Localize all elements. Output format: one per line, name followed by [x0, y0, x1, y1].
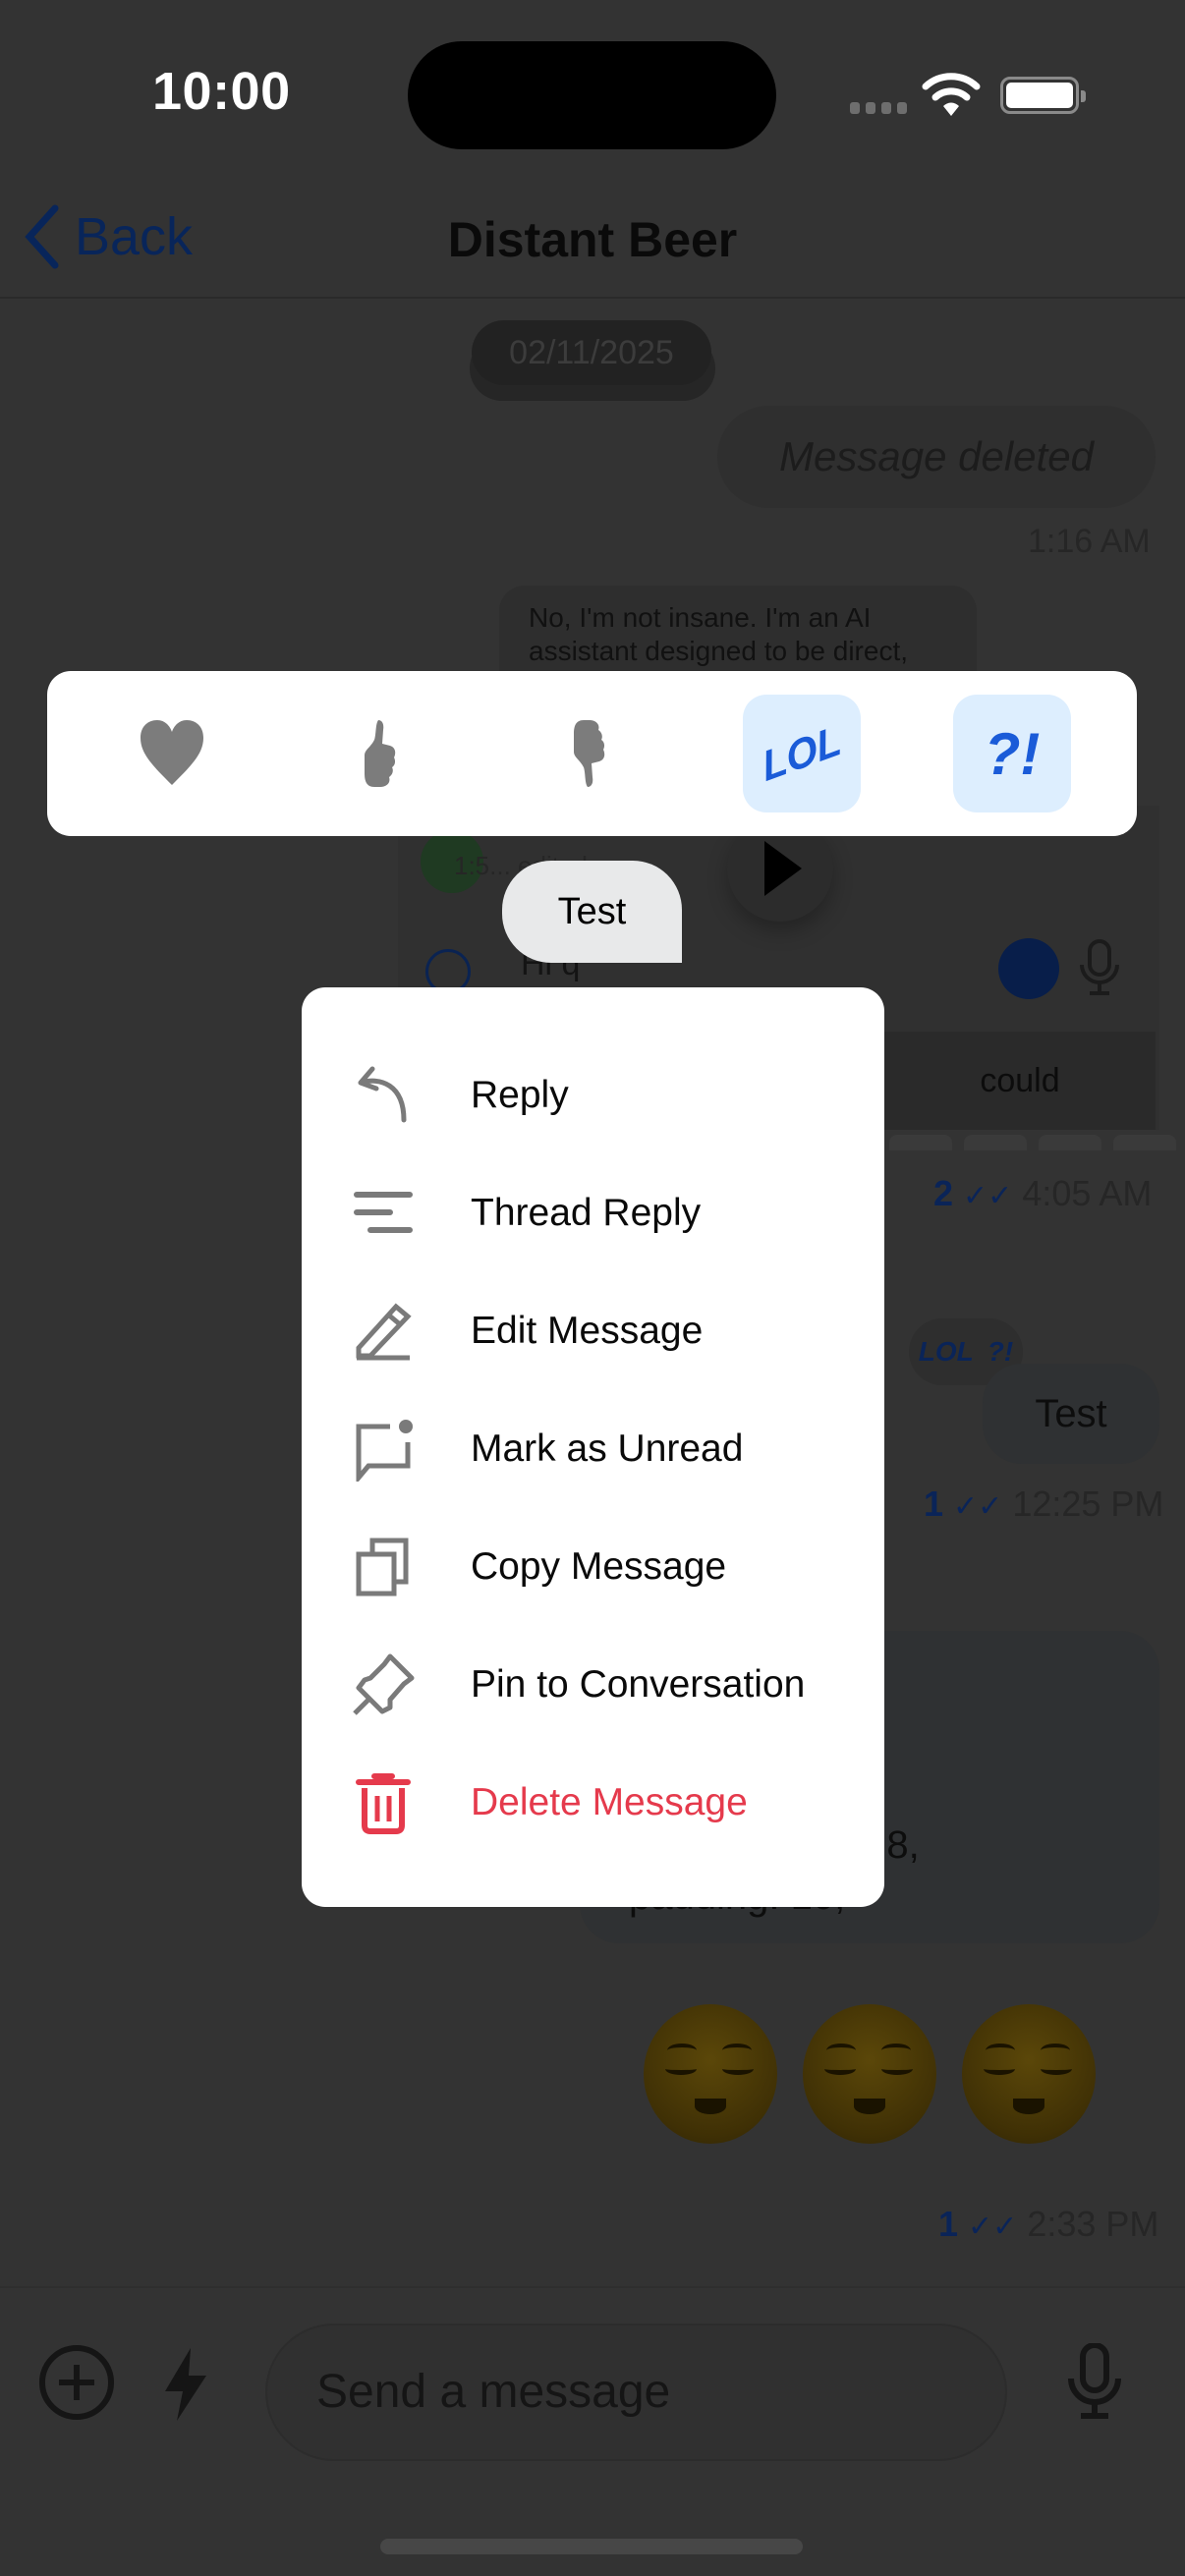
double-check-icon: ✓✓: [968, 2211, 1018, 2243]
read-count: 1: [938, 2204, 959, 2244]
reaction-haha[interactable]: LOL: [743, 695, 862, 812]
pin-icon: [353, 1653, 415, 1715]
menu-item-label: Thread Reply: [471, 1192, 702, 1234]
read-receipt-row: 2 ✓✓ 4:05 AM: [933, 1173, 1152, 1214]
thumbs-down-icon: [574, 720, 605, 787]
add-attachment-button[interactable]: [37, 2343, 116, 2422]
thumbs-up-icon: [364, 720, 395, 787]
menu-item-label: Pin to Conversation: [471, 1663, 806, 1706]
selected-message-bubble[interactable]: Test: [502, 861, 682, 963]
reply-arrow-icon: [358, 1066, 407, 1123]
ai-message-line: No, I'm not insane. I'm an AI: [529, 602, 872, 633]
message-bubble[interactable]: Test: [983, 1364, 1159, 1464]
composer-divider: [0, 2286, 1185, 2288]
ai-message-line: assistant designed to be direct,: [529, 636, 909, 666]
menu-item-edit-message[interactable]: Edit Message: [302, 1272, 884, 1390]
pencil-icon: [356, 1303, 412, 1361]
read-receipt-row: 1 ✓✓ 12:25 PM: [924, 1484, 1163, 1525]
reaction-picker: LOL ?!: [47, 671, 1137, 836]
lol-reaction-icon: LOL: [918, 1336, 974, 1367]
relieved-face-emoji: [644, 2004, 777, 2144]
menu-item-label: Copy Message: [471, 1545, 727, 1588]
message-timestamp: 12:25 PM: [1012, 1484, 1164, 1524]
message-timestamp: 1:16 AM: [1028, 523, 1151, 560]
thread-lines-icon: [354, 1192, 413, 1233]
date-separator: 02/11/2025: [472, 320, 711, 385]
mic-icon: [1080, 939, 1119, 995]
message-timestamp: 4:05 AM: [1022, 1173, 1153, 1213]
menu-item-copy-message[interactable]: Copy Message: [302, 1508, 884, 1626]
message-input[interactable]: Send a message: [265, 2324, 1007, 2461]
read-count: 1: [924, 1484, 944, 1524]
dynamic-island: [408, 41, 776, 149]
mic-button[interactable]: [1065, 2343, 1124, 2420]
menu-item-delete-message[interactable]: Delete Message: [302, 1744, 884, 1862]
read-receipt-row: 1 ✓✓ 2:33 PM: [938, 2204, 1158, 2245]
status-time: 10:00: [152, 62, 291, 121]
home-indicator: [380, 2539, 803, 2554]
wow-reaction-icon: ?!: [984, 720, 1041, 787]
heart-icon: [140, 720, 203, 785]
relieved-face-emoji: [962, 2004, 1096, 2144]
trash-icon: [356, 1773, 411, 1834]
reaction-wow[interactable]: ?!: [953, 695, 1072, 812]
reaction-dislike[interactable]: [533, 695, 650, 812]
message-timestamp: 2:33 PM: [1027, 2204, 1159, 2244]
page-title: Distant Beer: [447, 212, 738, 267]
keyboard-keys: [889, 1135, 1176, 1150]
menu-item-thread-reply[interactable]: Thread Reply: [302, 1154, 884, 1272]
relieved-face-emoji: [803, 2004, 936, 2144]
emoji-message[interactable]: [644, 2004, 1096, 2144]
send-arrow-icon: [998, 938, 1059, 999]
menu-item-pin[interactable]: Pin to Conversation: [302, 1626, 884, 1744]
menu-item-label: Reply: [471, 1074, 569, 1116]
menu-item-label: Edit Message: [471, 1310, 704, 1352]
read-count: 2: [933, 1173, 954, 1213]
deleted-message-bubble[interactable]: Message deleted: [717, 406, 1156, 508]
battery-icon: [1000, 77, 1086, 114]
double-check-icon: ✓✓: [953, 1490, 1003, 1523]
reaction-love[interactable]: [113, 695, 231, 812]
menu-item-label: Delete Message: [471, 1781, 748, 1823]
double-check-icon: ✓✓: [963, 1180, 1013, 1212]
copy-icon: [356, 1538, 409, 1596]
keyboard-suggestion: could: [884, 1032, 1156, 1130]
message-context-menu: Reply Thread Reply Edit Message Mark as …: [302, 987, 884, 1907]
wifi-icon: [922, 73, 981, 116]
menu-item-mark-unread[interactable]: Mark as Unread: [302, 1390, 884, 1508]
header-divider: [0, 297, 1185, 299]
menu-item-label: Mark as Unread: [471, 1428, 744, 1470]
cellular-signal-icon: [850, 102, 907, 114]
menu-item-reply[interactable]: Reply: [302, 1036, 884, 1154]
lightning-bolt-icon[interactable]: [161, 2348, 210, 2421]
lol-reaction-icon: LOL: [759, 715, 845, 791]
reaction-like[interactable]: [323, 695, 441, 812]
unread-chat-icon: [356, 1420, 413, 1482]
wow-reaction-icon: ?!: [987, 1336, 1014, 1367]
